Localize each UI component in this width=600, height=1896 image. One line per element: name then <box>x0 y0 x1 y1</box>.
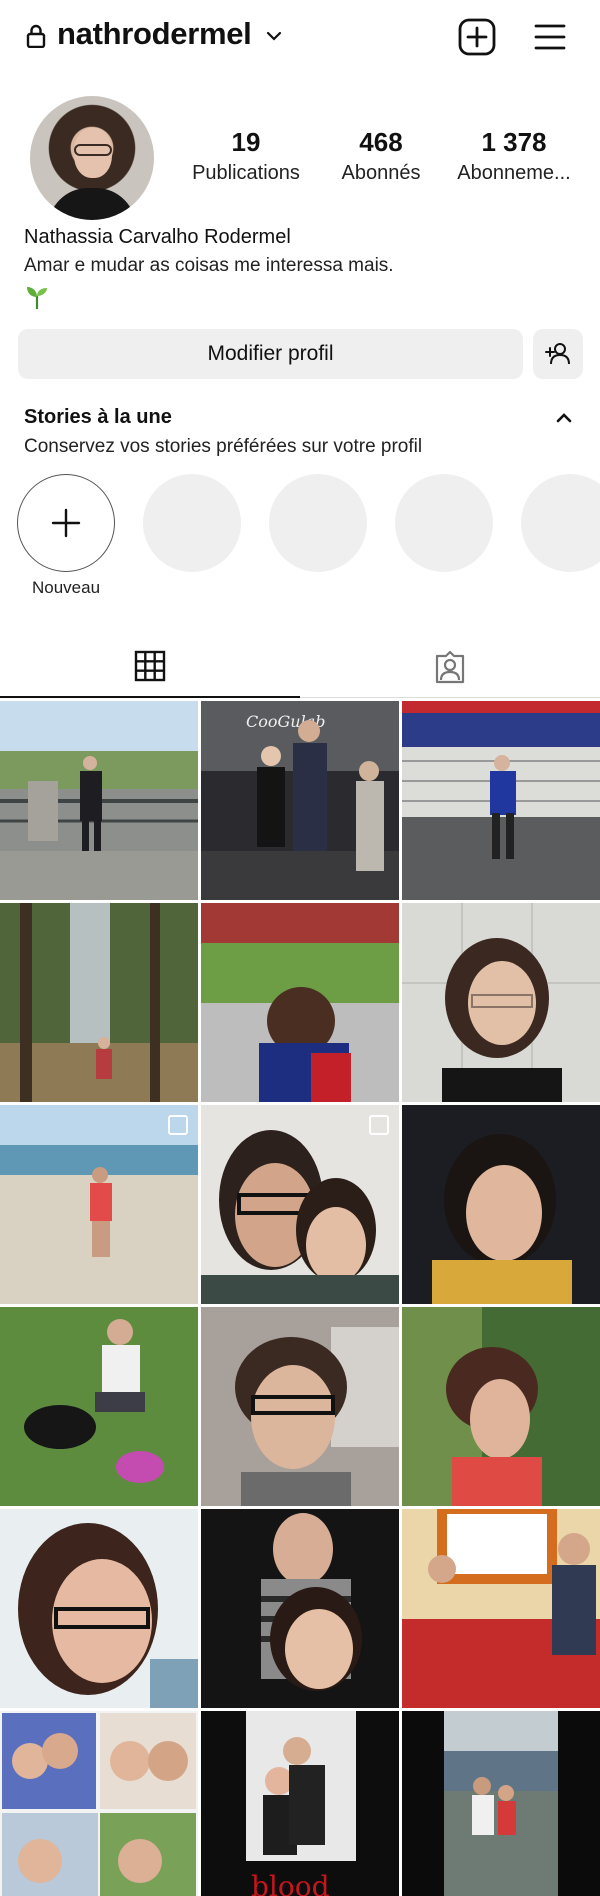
post-thumbnail[interactable] <box>402 1509 600 1708</box>
top-bar: nathrodermel <box>0 0 600 72</box>
posts-count[interactable]: 19 Publications <box>176 126 316 188</box>
plus-icon <box>51 508 81 538</box>
tab-tagged[interactable] <box>300 636 600 698</box>
lock-icon <box>26 24 46 48</box>
followers-count-label: Abonnés <box>341 162 421 184</box>
highlights-title: Stories à la une <box>24 406 172 428</box>
grid-icon <box>134 650 166 682</box>
tagged-person-icon <box>435 650 465 683</box>
post-thumbnail[interactable] <box>402 903 600 1102</box>
posts-count-label: Publications <box>192 162 300 184</box>
multiple-photos-icon <box>168 1115 188 1135</box>
post-thumbnail[interactable] <box>402 1307 600 1506</box>
post-thumbnail[interactable] <box>402 1711 600 1896</box>
post-thumbnail[interactable] <box>402 701 600 900</box>
add-user-icon <box>545 343 570 365</box>
profile-bio: Amar e mudar as coisas me interessa mais… <box>24 255 394 276</box>
following-count-value: 1 378 <box>481 127 547 157</box>
profile-avatar[interactable] <box>30 96 154 220</box>
post-thumbnail[interactable] <box>0 1509 198 1708</box>
seedling-icon <box>27 287 47 309</box>
highlights-subtitle: Conservez vos stories préférées sur votr… <box>24 436 423 457</box>
post-thumbnail[interactable] <box>0 903 198 1102</box>
highlight-placeholder <box>395 474 493 572</box>
multiple-photos-icon <box>369 1115 389 1135</box>
post-thumbnail[interactable] <box>0 1711 198 1896</box>
svg-text:blood: blood <box>251 1870 330 1896</box>
chevron-down-icon[interactable] <box>264 26 284 46</box>
post-thumbnail[interactable] <box>0 1105 198 1304</box>
create-post-icon[interactable] <box>458 18 496 56</box>
post-thumbnail[interactable] <box>201 903 399 1102</box>
post-thumbnail[interactable] <box>0 1307 198 1506</box>
discover-people-button[interactable] <box>533 329 583 379</box>
post-thumbnail[interactable]: blood <box>201 1711 399 1896</box>
highlight-placeholder <box>521 474 600 572</box>
followers-count-value: 468 <box>359 127 403 157</box>
post-thumbnail[interactable] <box>201 1307 399 1506</box>
posts-count-value: 19 <box>231 127 261 157</box>
following-count-label: Abonneme... <box>457 162 571 184</box>
edit-profile-button[interactable]: Modifier profil <box>18 329 523 379</box>
followers-count[interactable]: 468 Abonnés <box>326 126 436 188</box>
profile-tabs <box>0 636 600 698</box>
username-switcher[interactable]: nathrodermel <box>57 16 252 52</box>
highlight-placeholder <box>269 474 367 572</box>
post-thumbnail[interactable] <box>0 701 198 900</box>
chevron-up-icon[interactable] <box>554 410 574 426</box>
menu-icon[interactable] <box>533 20 567 54</box>
post-thumbnail[interactable] <box>402 1105 600 1304</box>
post-thumbnail[interactable]: CooGulab <box>201 701 399 900</box>
highlight-placeholder <box>143 474 241 572</box>
new-highlight-label: Nouveau <box>31 578 101 597</box>
post-thumbnail[interactable] <box>201 1509 399 1708</box>
following-count[interactable]: 1 378 Abonneme... <box>448 126 580 188</box>
new-highlight-button[interactable] <box>17 474 115 572</box>
profile-full-name: Nathassia Carvalho Rodermel <box>24 226 291 248</box>
post-thumbnail[interactable] <box>201 1105 399 1304</box>
tab-posts-grid[interactable] <box>0 636 300 698</box>
